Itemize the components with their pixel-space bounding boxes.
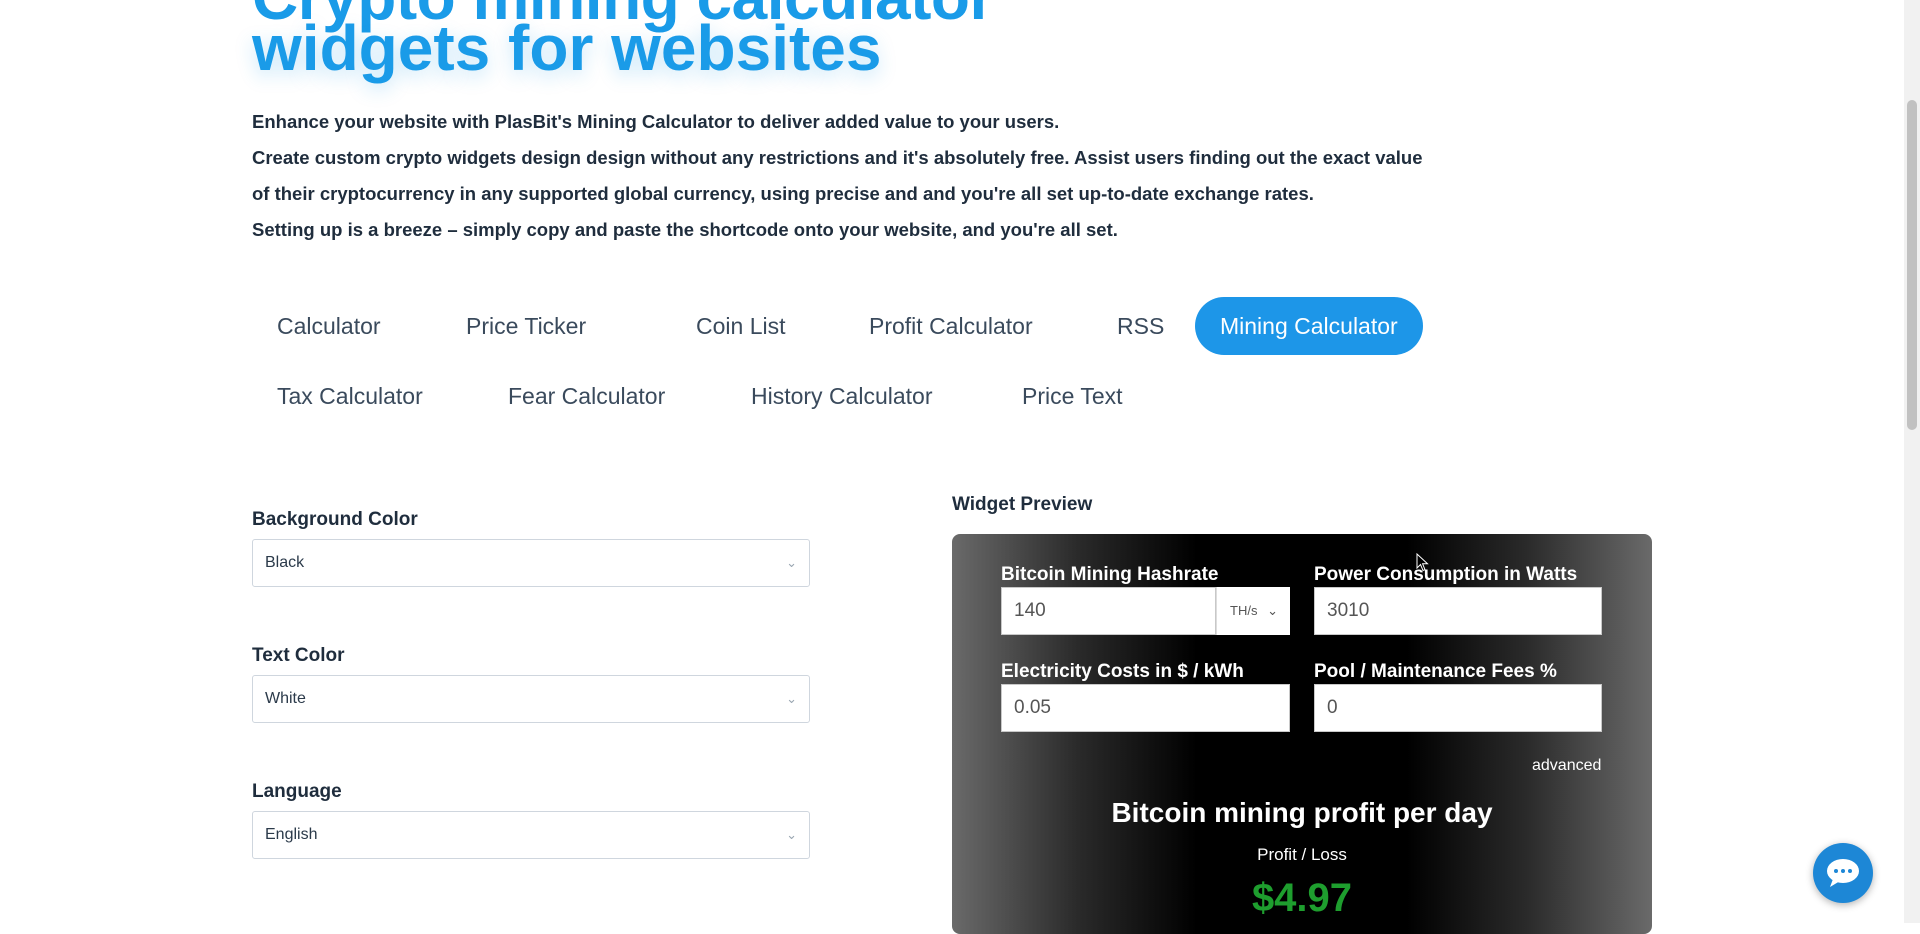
text-color-value: White <box>265 690 306 707</box>
background-color-value: Black <box>265 554 305 571</box>
tab-price-ticker[interactable]: Price Ticker <box>441 297 611 355</box>
hero-title-line2: widgets for websites <box>252 12 882 84</box>
power-label: Power Consumption in Watts <box>1314 564 1578 585</box>
tab-coin-list[interactable]: Coin List <box>671 297 810 355</box>
tab-tax-calculator[interactable]: Tax Calculator <box>252 367 448 425</box>
hashrate-unit-select[interactable]: TH/s ⌄ <box>1216 587 1290 635</box>
language-select[interactable]: English ⌄ <box>252 811 810 859</box>
intro-text: Enhance your website with PlasBit's Mini… <box>252 104 1432 248</box>
widget-result-subtitle: Profit / Loss <box>1257 845 1347 864</box>
background-color-label: Background Color <box>252 509 418 530</box>
widget-preview-label: Widget Preview <box>952 494 1093 515</box>
electricity-input[interactable]: 0.05 <box>1001 684 1290 732</box>
chevron-down-icon: ⌄ <box>786 555 797 570</box>
widget-result-title: Bitcoin mining profit per day <box>1111 797 1493 828</box>
fees-input[interactable]: 0 <box>1314 684 1602 732</box>
chat-button[interactable] <box>1813 843 1873 903</box>
chat-bubble-icon <box>1827 859 1859 887</box>
tab-rss[interactable]: RSS <box>1092 297 1189 355</box>
tab-fear-calculator[interactable]: Fear Calculator <box>483 367 690 425</box>
hashrate-unit-value: TH/s <box>1230 603 1258 618</box>
tab-mining-calculator[interactable]: Mining Calculator <box>1195 297 1423 355</box>
profit-value: $4.97 <box>1251 876 1353 920</box>
text-color-label: Text Color <box>252 645 345 666</box>
tab-history-calculator[interactable]: History Calculator <box>726 367 958 425</box>
advanced-link[interactable]: advanced <box>1532 757 1601 775</box>
intro-paragraph-3: Setting up is a breeze – simply copy and… <box>252 219 1118 240</box>
language-value: English <box>265 826 318 843</box>
background-color-select[interactable]: Black ⌄ <box>252 539 810 587</box>
intro-paragraph-2: Create custom crypto widgets design desi… <box>252 147 1423 204</box>
chevron-down-icon: ⌄ <box>1267 603 1278 618</box>
chevron-down-icon: ⌄ <box>786 827 797 842</box>
hashrate-label: Bitcoin Mining Hashrate <box>1001 564 1219 585</box>
language-label: Language <box>252 781 342 802</box>
intro-paragraph-1: Enhance your website with PlasBit's Mini… <box>252 111 1060 132</box>
scrollbar-thumb[interactable] <box>1907 100 1917 430</box>
fees-label: Pool / Maintenance Fees % <box>1314 661 1557 682</box>
tab-calculator[interactable]: Calculator <box>252 297 406 355</box>
electricity-label: Electricity Costs in $ / kWh <box>1001 661 1244 682</box>
hashrate-input[interactable]: 140 <box>1001 587 1216 635</box>
tab-profit-calculator[interactable]: Profit Calculator <box>844 297 1058 355</box>
page-scrollbar[interactable] <box>1904 0 1920 923</box>
text-color-select[interactable]: White ⌄ <box>252 675 810 723</box>
tab-price-text[interactable]: Price Text <box>997 367 1148 425</box>
power-input[interactable]: 3010 <box>1314 587 1602 635</box>
chevron-down-icon: ⌄ <box>786 691 797 706</box>
mouse-cursor-icon <box>1416 553 1429 572</box>
